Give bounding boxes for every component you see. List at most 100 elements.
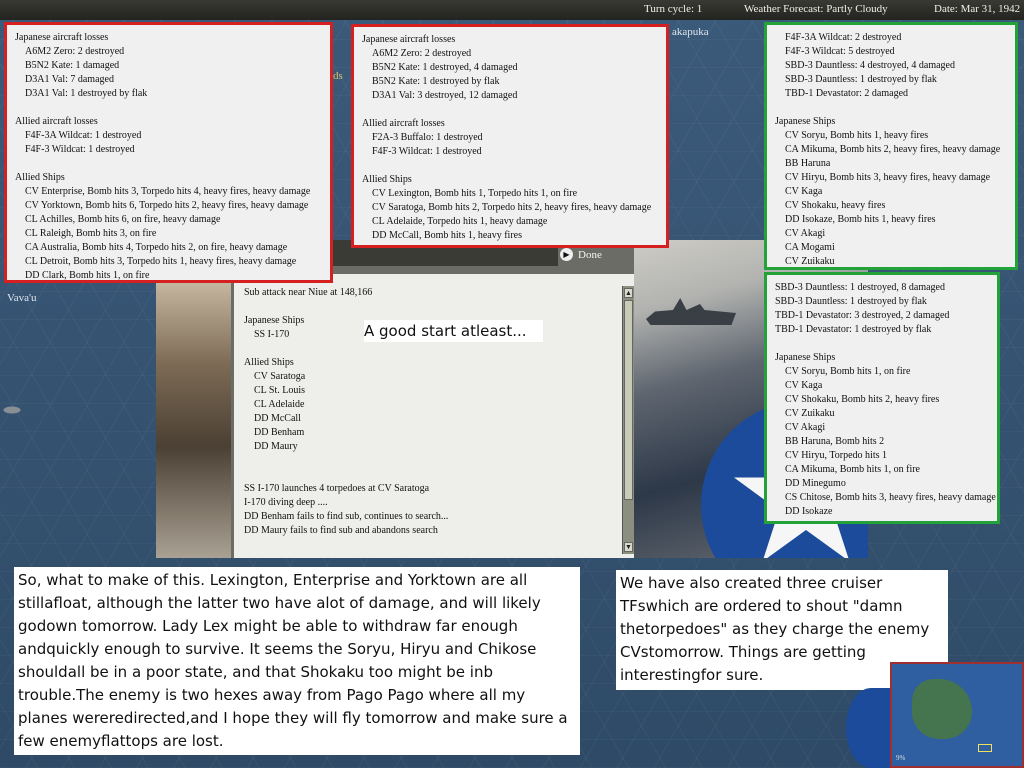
text-line: A6M2 Zero: 2 destroyed	[372, 48, 472, 59]
text-line	[775, 337, 989, 351]
text-line	[15, 101, 322, 115]
text-line: CA Mogami	[785, 242, 835, 253]
text-line: F4F-3 Wildcat: 1 destroyed	[25, 144, 135, 155]
text-line: I-170 diving deep ....	[244, 497, 328, 508]
done-button[interactable]: ▶ Done	[560, 248, 602, 261]
text-line: CL Adelaide, Torpedo hits 1, heavy damag…	[372, 216, 548, 227]
text-line: F4F-3A Wildcat: 2 destroyed	[785, 32, 902, 43]
text-line: CV Kaga	[785, 186, 823, 197]
text-line: SBD-3 Dauntless: 4 destroyed, 4 damaged	[785, 60, 955, 71]
text-line: CA Australia, Bomb hits 4, Torpedo hits …	[25, 242, 288, 253]
text-line: D3A1 Val: 7 damaged	[25, 74, 114, 85]
text-line: Japanese aircraft losses	[362, 34, 456, 45]
text-line: CV Saratoga, Bomb hits 2, Torpedo hits 2…	[372, 202, 652, 213]
text-line: CL Adelaide	[254, 399, 305, 410]
text-line: B5N2 Kate: 1 destroyed, 4 damaged	[372, 62, 518, 73]
text-line: TBD-1 Devastator: 1 destroyed by flak	[775, 324, 932, 335]
weather-forecast: Weather Forecast: Partly Cloudy	[744, 3, 888, 15]
text-line: for sure.	[700, 666, 764, 684]
text-line	[244, 300, 624, 314]
report-scrollbar[interactable]: ▲ ▼	[622, 286, 634, 554]
text-line: F4F-3 Wildcat: 1 destroyed	[372, 146, 482, 157]
text-line: CL St. Louis	[254, 385, 306, 396]
text-line: D3A1 Val: 1 destroyed by flak	[25, 88, 148, 99]
text-line: CL Achilles, Bomb hits 6, on fire, heavy…	[25, 214, 221, 225]
text-line: DD Isokaze	[785, 506, 833, 517]
text-line: DD Clark, Bomb hits 1, on fire	[25, 270, 150, 281]
text-line: DD McCall, Bomb hits 1, heavy fires	[372, 230, 522, 241]
text-line: DD Benham fails to find sub, continues t…	[244, 511, 449, 522]
text-line: CV Hiryu, Bomb hits 3, heavy fires, heav…	[785, 172, 991, 183]
photo-sailors	[156, 280, 231, 558]
text-line	[775, 101, 1007, 115]
corner-roundel	[846, 688, 896, 768]
minimap-viewport[interactable]	[978, 744, 992, 752]
text-line: CV Soryu, Bomb hits 1, heavy fires	[785, 130, 929, 141]
done-label: Done	[578, 248, 602, 261]
text-line: CA Mikuma, Bomb hits 1, on fire	[785, 464, 920, 475]
turn-cycle: Turn cycle: 1	[644, 3, 703, 15]
comment-left: So, what to make of this. Lexington, Ent…	[14, 567, 580, 755]
map-label-ds: ds	[333, 70, 343, 82]
text-line: CS Chitose, Bomb hits 3, heavy fires, he…	[785, 492, 996, 503]
text-line: DD Benham	[254, 427, 305, 438]
text-line: DD McCall	[254, 413, 301, 424]
text-line: CV Hiryu, Torpedo hits 1	[785, 450, 887, 461]
minimap[interactable]: 9%	[890, 662, 1024, 768]
text-line: CV Akagi	[785, 422, 826, 433]
map-label-akapuka: akapuka	[672, 26, 709, 38]
text-line: D3A1 Val: 3 destroyed, 12 damaged	[372, 90, 518, 101]
combat-report-window: ▶ Done Sub attack near Niue at 148,166 Ja…	[156, 240, 868, 558]
text-line: Allied Ships	[244, 357, 294, 368]
text-line: DD Minegumo	[785, 478, 846, 489]
map-label-vavau: Vava'u	[7, 292, 37, 304]
text-line: flattops are lost.	[101, 732, 224, 750]
text-line: Japanese Ships	[775, 352, 836, 363]
text-line: F2A-3 Buffalo: 1 destroyed	[372, 132, 483, 143]
text-line	[244, 342, 624, 356]
arrow-circle-icon: ▶	[560, 248, 573, 261]
text-line: CV Zuikaku	[785, 408, 835, 419]
text-line: B5N2 Kate: 1 destroyed by flak	[372, 76, 500, 87]
caption-good-start: A good start atleast...	[364, 320, 543, 342]
text-line: CV Shokaku, Bomb hits 2, heavy fires	[785, 394, 940, 405]
text-line: Allied Ships	[15, 172, 65, 183]
report-box-2: Japanese aircraft losses A6M2 Zero: 2 des…	[351, 24, 669, 248]
text-line: CL Raleigh, Bomb hits 3, on fire	[25, 228, 157, 239]
report-box-3: F4F-3A Wildcat: 2 destroyed F4F-3 Wildcat…	[764, 22, 1018, 270]
scroll-up-icon[interactable]: ▲	[624, 288, 633, 298]
text-line: CA Mikuma, Bomb hits 2, heavy fires, hea…	[785, 144, 1001, 155]
game-date: Date: Mar 31, 1942	[934, 3, 1021, 15]
text-line: Japanese Ships	[775, 116, 836, 127]
text-line	[244, 454, 624, 468]
report-box-4: SBD-3 Dauntless: 1 destroyed, 8 damaged S…	[764, 272, 1000, 524]
text-line: CV Yorktown, Bomb hits 6, Torpedo hits 2…	[25, 200, 309, 211]
text-line: BB Haruna	[785, 158, 831, 169]
text-line: Allied aircraft losses	[15, 116, 98, 127]
text-line: A6M2 Zero: 2 destroyed	[25, 46, 125, 57]
text-line: BB Haruna, Bomb hits 2	[785, 436, 885, 447]
report-box-1: Japanese aircraft losses A6M2 Zero: 2 des…	[4, 22, 333, 283]
text-line: CV Lexington, Bomb hits 1, Torpedo hits …	[372, 188, 578, 199]
text-line: CL Detroit, Bomb hits 3, Torpedo hits 1,…	[25, 256, 297, 267]
text-line: CV Saratoga	[254, 371, 306, 382]
text-line	[362, 103, 658, 117]
text-line: SBD-3 Dauntless: 1 destroyed, 8 damaged	[775, 282, 945, 293]
text-line	[244, 468, 624, 482]
status-bar: Turn cycle: 1 Weather Forecast: Partly C…	[0, 0, 1024, 20]
text-line: Allied Ships	[362, 174, 412, 185]
minimap-land	[912, 679, 972, 739]
text-line: CV Soryu, Bomb hits 1, on fire	[785, 366, 911, 377]
text-line: TBD-1 Devastator: 3 destroyed, 2 damaged	[775, 310, 950, 321]
text-line: CV Enterprise, Bomb hits 3, Torpedo hits…	[25, 186, 311, 197]
text-line: Allied aircraft losses	[362, 118, 445, 129]
scroll-thumb[interactable]	[624, 300, 633, 500]
scroll-down-icon[interactable]: ▼	[624, 542, 633, 552]
text-line	[362, 159, 658, 173]
text-line: CV Kaga	[785, 380, 823, 391]
text-line: SS I-170 launches 4 torpedoes at CV Sara…	[244, 483, 430, 494]
text-line: DD Maury fails to find sub and abandons …	[244, 525, 438, 536]
text-line: CV Shokaku, heavy fires	[785, 200, 886, 211]
text-line: Sub attack near Niue at 148,166	[244, 287, 373, 298]
text-line: SBD-3 Dauntless: 1 destroyed by flak	[775, 296, 927, 307]
